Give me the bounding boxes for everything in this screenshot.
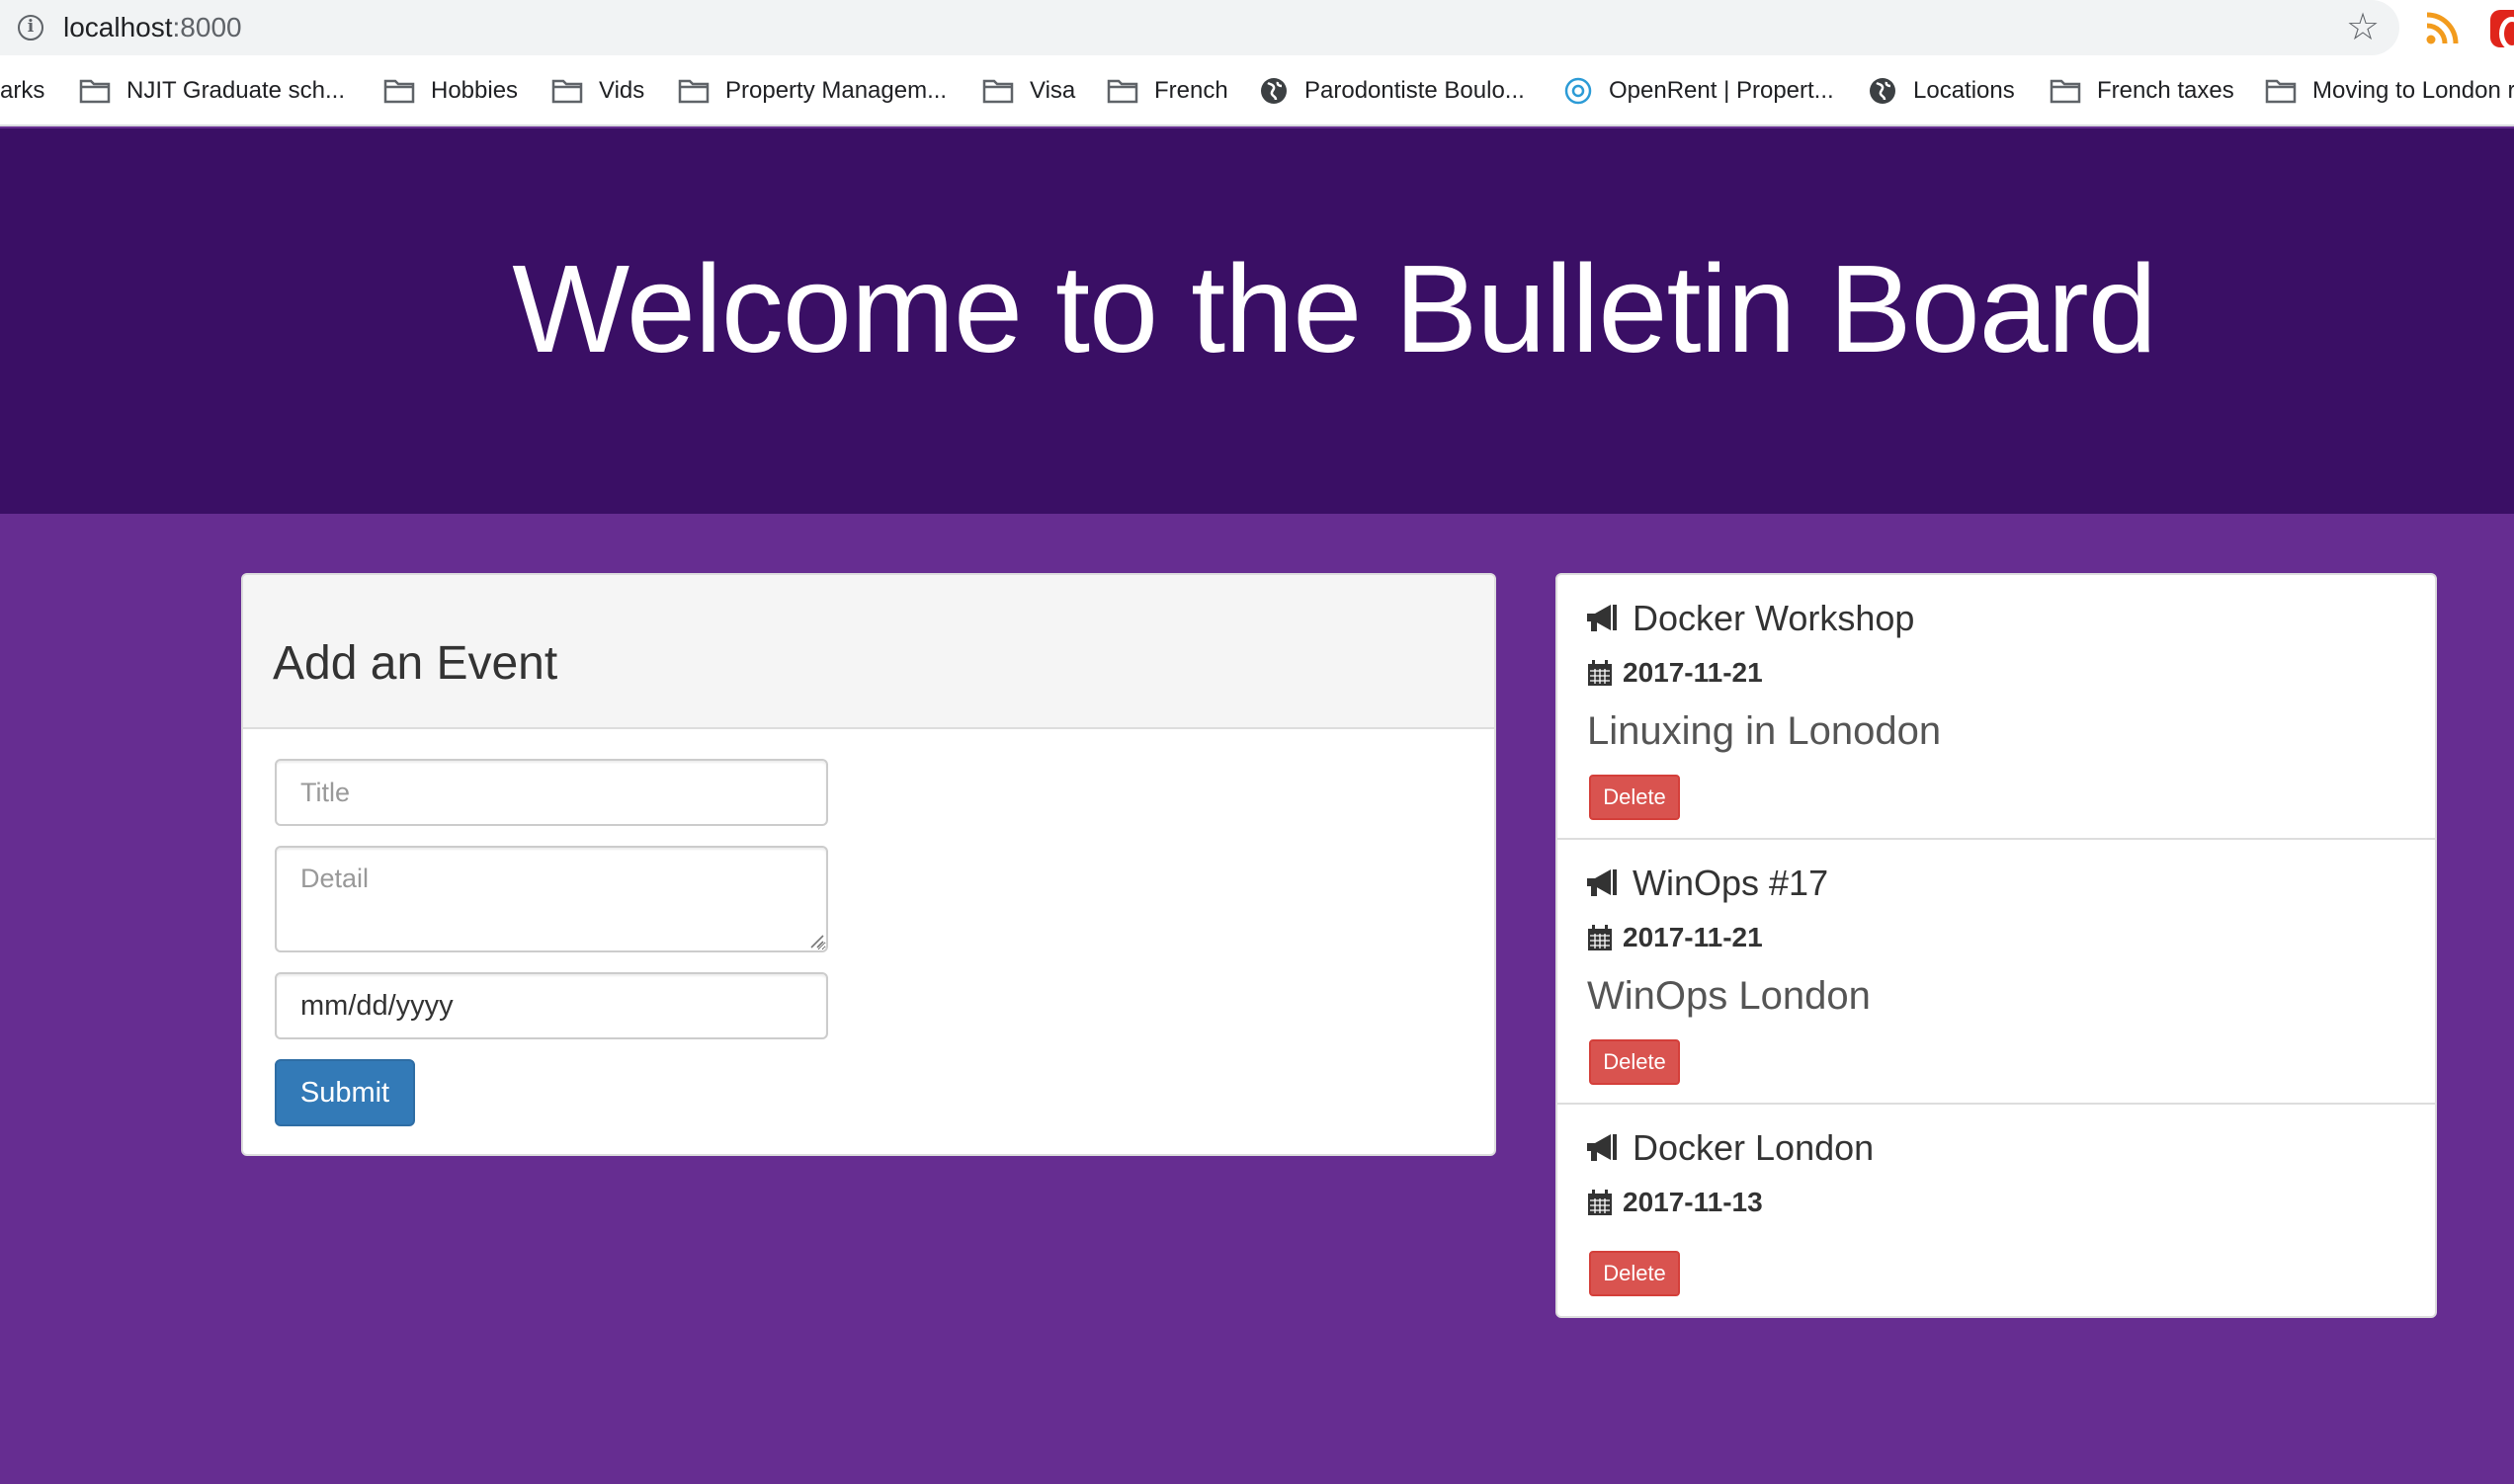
panel-heading: Add an Event	[243, 575, 1494, 729]
events-list: Docker Workshop 2017-11-21 Linuxing in L…	[1555, 573, 2437, 1318]
resize-grip-icon[interactable]	[808, 933, 824, 948]
event-title: WinOps #17	[1585, 862, 1828, 905]
title-input[interactable]	[275, 759, 828, 826]
bookmark-label: Parodontiste Boulo...	[1304, 77, 1525, 104]
date-input[interactable]: mm/dd/yyyy	[275, 972, 828, 1039]
bookmark-label: French	[1154, 77, 1228, 104]
folder-icon	[1107, 79, 1138, 104]
bookmark-label: OpenRent | Propert...	[1609, 77, 1834, 104]
event-date-text: 2017-11-13	[1623, 1187, 1763, 1217]
date-placeholder: mm/dd/yyyy	[300, 989, 454, 1022]
site-info-icon[interactable]: i	[18, 15, 43, 41]
event-title-text: Docker London	[1633, 1127, 1875, 1168]
bullhorn-icon	[1587, 605, 1617, 631]
add-event-panel: Add an Event mm/dd/yyyy Submit	[241, 573, 1496, 1156]
folder-icon	[551, 79, 583, 104]
bookmark-item[interactable]: Locations	[1868, 57, 2015, 124]
url-port: :8000	[172, 12, 242, 42]
submit-button[interactable]: Submit	[275, 1059, 415, 1126]
event-title: Docker Workshop	[1585, 597, 1914, 640]
bookmark-item[interactable]: Parodontiste Boulo...	[1259, 57, 1525, 124]
delete-button[interactable]: Delete	[1589, 1251, 1680, 1296]
delete-button[interactable]: Delete	[1589, 775, 1680, 820]
panel-title: Add an Event	[273, 637, 558, 690]
bookmark-label: Locations	[1913, 77, 2015, 104]
event-title: Docker London	[1585, 1126, 1874, 1170]
event-detail: WinOps London	[1587, 974, 1871, 1018]
bookmark-item[interactable]: NJIT Graduate sch...	[79, 57, 345, 124]
bullhorn-icon	[1587, 1134, 1617, 1161]
bookmark-label: French taxes	[2097, 77, 2234, 104]
bookmark-label: Hobbies	[431, 77, 519, 104]
calendar-icon	[1588, 925, 1612, 950]
calendar-icon	[1588, 1190, 1612, 1215]
event-item: Docker London 2017-11-13 Delete	[1557, 1105, 2435, 1316]
bookmark-label: Property Managem...	[725, 77, 948, 104]
folder-icon	[79, 79, 111, 104]
page-title: Welcome to the Bulletin Board	[512, 239, 2157, 378]
rss-icon[interactable]	[2425, 12, 2459, 45]
event-title-text: WinOps #17	[1633, 863, 1829, 903]
url-host: localhost	[63, 12, 173, 42]
folder-icon	[982, 79, 1014, 104]
bookmark-label: Vids	[599, 77, 645, 104]
delete-button[interactable]: Delete	[1589, 1039, 1680, 1085]
event-detail: Linuxing in Lonodon	[1587, 709, 1942, 753]
address-text[interactable]: localhost:8000	[63, 12, 242, 43]
globe-icon	[1870, 78, 1895, 104]
calendar-icon	[1588, 660, 1612, 686]
bookmark-item[interactable]: OpenRent | Propert...	[1563, 57, 1834, 124]
browser-toolbar: i localhost:8000 ☆	[0, 0, 2514, 57]
bookmark-label: Moving to London r	[2312, 77, 2514, 104]
event-date-text: 2017-11-21	[1623, 657, 1763, 688]
event-item: WinOps #17 2017-11-21 WinOps London Dele…	[1557, 840, 2435, 1105]
bookmark-item[interactable]: Vids	[551, 57, 644, 124]
bookmark-item[interactable]: French taxes	[2050, 57, 2234, 124]
event-item: Docker Workshop 2017-11-21 Linuxing in L…	[1557, 575, 2435, 840]
folder-icon	[678, 79, 710, 104]
bookmarks-bar: arks NJIT Graduate sch... Hobbies Vids P…	[0, 57, 2514, 126]
event-date: 2017-11-13	[1587, 1186, 1763, 1219]
detail-textarea[interactable]	[275, 846, 828, 952]
event-title-text: Docker Workshop	[1633, 598, 1915, 638]
bookmark-item[interactable]: Visa	[982, 57, 1075, 124]
folder-icon	[2050, 79, 2081, 104]
bookmark-item[interactable]: French	[1107, 57, 1228, 124]
event-date-text: 2017-11-21	[1623, 922, 1763, 952]
bookmark-label: Visa	[1030, 77, 1076, 104]
folder-icon	[2265, 79, 2297, 104]
bookmark-label: NJIT Graduate sch...	[126, 77, 345, 104]
event-date: 2017-11-21	[1587, 921, 1763, 954]
address-bar[interactable]: i localhost:8000 ☆	[0, 0, 2399, 55]
folder-icon	[383, 79, 415, 104]
event-date: 2017-11-21	[1587, 656, 1763, 690]
extension-icon[interactable]	[2490, 10, 2514, 50]
bullhorn-icon	[1587, 869, 1617, 896]
bookmark-item[interactable]: Moving to London r	[2265, 57, 2514, 124]
bookmark-star-icon[interactable]: ☆	[2346, 6, 2380, 49]
globe-icon	[1261, 78, 1287, 104]
openrent-icon	[1564, 77, 1592, 105]
bookmark-item[interactable]: Hobbies	[383, 57, 518, 124]
bookmark-label: arks	[0, 77, 45, 104]
bookmark-item[interactable]: arks	[0, 57, 44, 124]
bookmark-item[interactable]: Property Managem...	[678, 57, 947, 124]
